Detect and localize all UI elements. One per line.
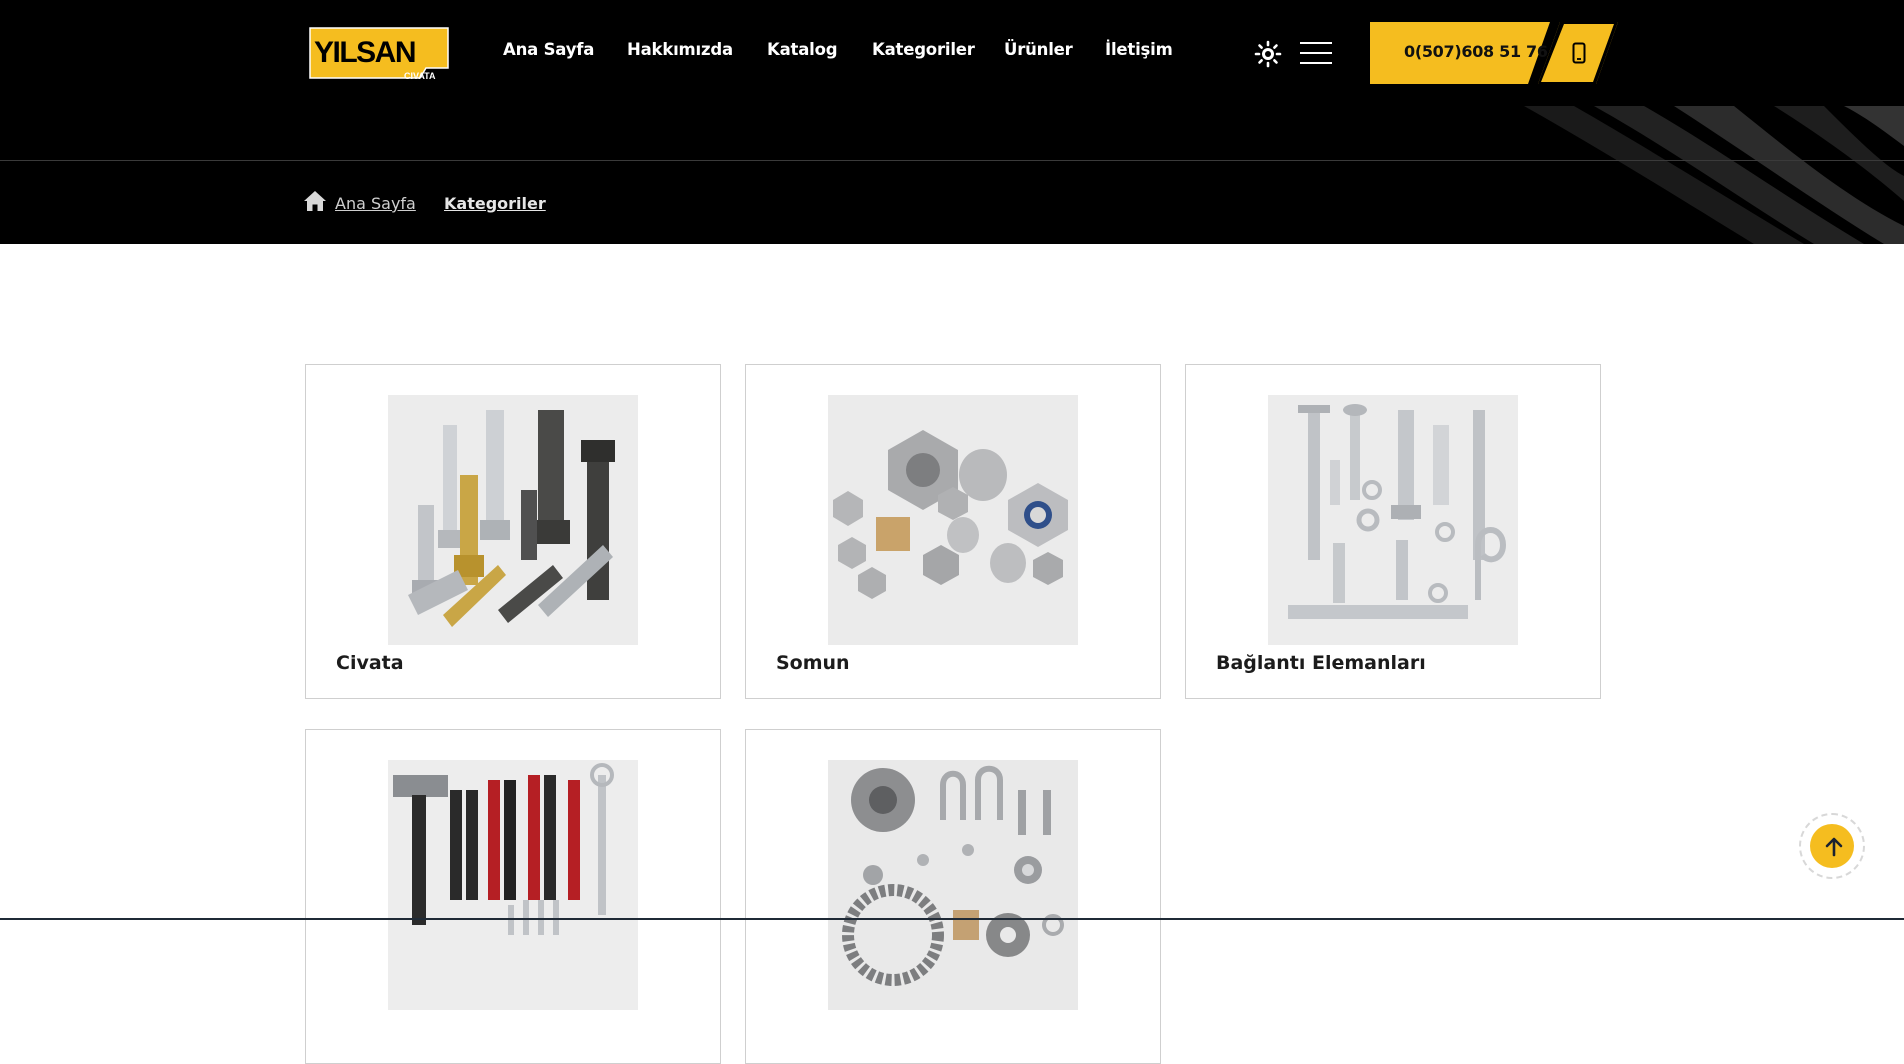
home-icon (304, 191, 326, 211)
fasteners-photo (1268, 395, 1518, 645)
logo-subtext: CIVATA (404, 71, 436, 81)
nav-categories[interactable]: Kategoriler (872, 40, 975, 59)
top-navigation: YILSAN CIVATA Ana Sayfa Hakkımızda Katal… (0, 0, 1904, 106)
nav-products[interactable]: Ürünler (1004, 40, 1073, 59)
arrow-up-icon (1825, 837, 1843, 857)
hand-tools-photo (388, 760, 638, 1010)
site-header: YILSAN CIVATA Ana Sayfa Hakkımızda Katal… (0, 0, 1904, 244)
nav-home[interactable]: Ana Sayfa (503, 40, 594, 59)
nav-catalog[interactable]: Katalog (767, 40, 838, 59)
yilsan-logo[interactable]: YILSAN CIVATA (308, 24, 450, 82)
sun-icon (1254, 40, 1282, 68)
breadcrumb-current[interactable]: Kategoriler (444, 194, 546, 213)
nav-about[interactable]: Hakkımızda (627, 40, 733, 59)
nuts-photo (828, 395, 1078, 645)
theme-toggle-button[interactable] (1254, 40, 1282, 68)
mobile-phone-icon (1572, 42, 1586, 64)
category-title: Bağlantı Elemanları (1216, 652, 1426, 674)
hamburger-icon[interactable] (1300, 40, 1332, 66)
logo-text: YILSAN (314, 36, 415, 69)
category-card-somun[interactable]: Somun (745, 364, 1161, 699)
header-swoosh-decoration (1524, 106, 1904, 244)
header-divider (0, 160, 1904, 161)
bolts-photo (388, 395, 638, 645)
machine-parts-photo (828, 760, 1078, 1010)
nav-contact[interactable]: İletişim (1105, 40, 1173, 59)
phone-number: 0(507)608 51 76 (1404, 42, 1548, 61)
category-card-tools[interactable] (305, 729, 721, 1064)
category-card-machine-parts[interactable] (745, 729, 1161, 1064)
category-title: Civata (336, 652, 404, 674)
category-card-baglanti-elemanlari[interactable]: Bağlantı Elemanları (1185, 364, 1601, 699)
scroll-to-top-button[interactable] (1799, 813, 1865, 879)
category-title: Somun (776, 652, 850, 674)
category-card-civata[interactable]: Civata (305, 364, 721, 699)
breadcrumb-home-link[interactable]: Ana Sayfa (335, 194, 416, 213)
phone-call-button[interactable]: 0(507)608 51 76 (1370, 22, 1618, 84)
